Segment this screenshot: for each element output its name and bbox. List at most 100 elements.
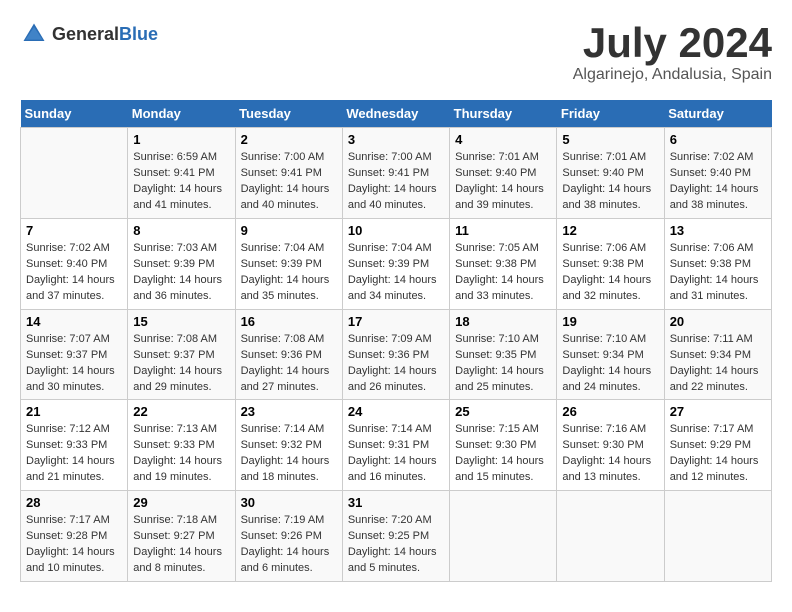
- title-area: July 2024 Algarinejo, Andalusia, Spain: [573, 20, 772, 84]
- calendar-cell: 24 Sunrise: 7:14 AMSunset: 9:31 PMDayligh…: [342, 400, 449, 491]
- calendar-cell: [557, 491, 664, 582]
- day-number: 4: [455, 132, 551, 147]
- calendar-cell: 5 Sunrise: 7:01 AMSunset: 9:40 PMDaylight…: [557, 128, 664, 219]
- calendar-cell: 9Sunrise: 7:04 AMSunset: 9:39 PMDaylight…: [235, 218, 342, 309]
- day-number: 27: [670, 404, 766, 419]
- calendar-cell: 12 Sunrise: 7:06 AMSunset: 9:38 PMDayligh…: [557, 218, 664, 309]
- calendar-cell: 31 Sunrise: 7:20 AMSunset: 9:25 PMDayligh…: [342, 491, 449, 582]
- day-number: 3: [348, 132, 444, 147]
- day-number: 19: [562, 314, 658, 329]
- day-info: Sunrise: 7:01 AMSunset: 9:40 PMDaylight:…: [455, 150, 551, 214]
- day-info: Sunrise: 7:15 AMSunset: 9:30 PMDaylight:…: [455, 422, 551, 486]
- day-number: 25: [455, 404, 551, 419]
- calendar-cell: 1 Sunrise: 6:59 AMSunset: 9:41 PMDaylight…: [128, 128, 235, 219]
- calendar-row-1: 7 Sunrise: 7:02 AMSunset: 9:40 PMDaylight…: [21, 218, 772, 309]
- day-number: 12: [562, 223, 658, 238]
- weekday-header-row: SundayMondayTuesdayWednesdayThursdayFrid…: [21, 100, 772, 128]
- calendar-cell: 23 Sunrise: 7:14 AMSunset: 9:32 PMDayligh…: [235, 400, 342, 491]
- day-number: 29: [133, 495, 229, 510]
- day-number: 6: [670, 132, 766, 147]
- day-info: Sunrise: 7:06 AMSunset: 9:38 PMDaylight:…: [670, 241, 766, 305]
- day-info: Sunrise: 7:02 AMSunset: 9:40 PMDaylight:…: [26, 241, 122, 305]
- calendar-cell: 28Sunrise: 7:17 AMSunset: 9:28 PMDayligh…: [21, 491, 128, 582]
- calendar-row-2: 14Sunrise: 7:07 AMSunset: 9:37 PMDayligh…: [21, 309, 772, 400]
- day-info: Sunrise: 7:05 AMSunset: 9:38 PMDaylight:…: [455, 241, 551, 305]
- calendar-cell: [450, 491, 557, 582]
- day-info: Sunrise: 7:14 AMSunset: 9:32 PMDaylight:…: [241, 422, 337, 486]
- calendar-cell: [21, 128, 128, 219]
- day-number: 16: [241, 314, 337, 329]
- calendar-cell: 29 Sunrise: 7:18 AMSunset: 9:27 PMDayligh…: [128, 491, 235, 582]
- day-number: 24: [348, 404, 444, 419]
- calendar-cell: 25 Sunrise: 7:15 AMSunset: 9:30 PMDayligh…: [450, 400, 557, 491]
- day-info: Sunrise: 7:14 AMSunset: 9:31 PMDaylight:…: [348, 422, 444, 486]
- day-info: Sunrise: 6:59 AMSunset: 9:41 PMDaylight:…: [133, 150, 229, 214]
- calendar-cell: 19 Sunrise: 7:10 AMSunset: 9:34 PMDayligh…: [557, 309, 664, 400]
- calendar-cell: 13 Sunrise: 7:06 AMSunset: 9:38 PMDayligh…: [664, 218, 771, 309]
- calendar-row-3: 21 Sunrise: 7:12 AMSunset: 9:33 PMDayligh…: [21, 400, 772, 491]
- day-number: 11: [455, 223, 551, 238]
- calendar-cell: 4 Sunrise: 7:01 AMSunset: 9:40 PMDaylight…: [450, 128, 557, 219]
- weekday-header-saturday: Saturday: [664, 100, 771, 128]
- calendar-cell: 10Sunrise: 7:04 AMSunset: 9:39 PMDayligh…: [342, 218, 449, 309]
- day-info: Sunrise: 7:10 AMSunset: 9:34 PMDaylight:…: [562, 332, 658, 396]
- weekday-header-wednesday: Wednesday: [342, 100, 449, 128]
- day-info: Sunrise: 7:07 AMSunset: 9:37 PMDaylight:…: [26, 332, 122, 396]
- day-number: 28: [26, 495, 122, 510]
- calendar-cell: 30Sunrise: 7:19 AMSunset: 9:26 PMDayligh…: [235, 491, 342, 582]
- day-info: Sunrise: 7:20 AMSunset: 9:25 PMDaylight:…: [348, 513, 444, 577]
- day-info: Sunrise: 7:08 AMSunset: 9:36 PMDaylight:…: [241, 332, 337, 396]
- day-number: 31: [348, 495, 444, 510]
- day-info: Sunrise: 7:03 AMSunset: 9:39 PMDaylight:…: [133, 241, 229, 305]
- day-info: Sunrise: 7:17 AMSunset: 9:29 PMDaylight:…: [670, 422, 766, 486]
- day-number: 22: [133, 404, 229, 419]
- logo-icon: [20, 20, 48, 48]
- calendar-cell: 8 Sunrise: 7:03 AMSunset: 9:39 PMDaylight…: [128, 218, 235, 309]
- day-info: Sunrise: 7:10 AMSunset: 9:35 PMDaylight:…: [455, 332, 551, 396]
- header: GeneralBlue July 2024 Algarinejo, Andalu…: [20, 20, 772, 84]
- day-number: 18: [455, 314, 551, 329]
- weekday-header-tuesday: Tuesday: [235, 100, 342, 128]
- day-info: Sunrise: 7:18 AMSunset: 9:27 PMDaylight:…: [133, 513, 229, 577]
- day-number: 15: [133, 314, 229, 329]
- day-info: Sunrise: 7:19 AMSunset: 9:26 PMDaylight:…: [241, 513, 337, 577]
- calendar-cell: 16 Sunrise: 7:08 AMSunset: 9:36 PMDayligh…: [235, 309, 342, 400]
- day-number: 20: [670, 314, 766, 329]
- day-number: 21: [26, 404, 122, 419]
- calendar-cell: 27 Sunrise: 7:17 AMSunset: 9:29 PMDayligh…: [664, 400, 771, 491]
- day-info: Sunrise: 7:02 AMSunset: 9:40 PMDaylight:…: [670, 150, 766, 214]
- main-title: July 2024: [573, 20, 772, 66]
- day-info: Sunrise: 7:00 AMSunset: 9:41 PMDaylight:…: [241, 150, 337, 214]
- day-number: 1: [133, 132, 229, 147]
- logo: GeneralBlue: [20, 20, 158, 48]
- day-info: Sunrise: 7:06 AMSunset: 9:38 PMDaylight:…: [562, 241, 658, 305]
- calendar-cell: 26Sunrise: 7:16 AMSunset: 9:30 PMDayligh…: [557, 400, 664, 491]
- calendar-cell: 22Sunrise: 7:13 AMSunset: 9:33 PMDayligh…: [128, 400, 235, 491]
- day-number: 8: [133, 223, 229, 238]
- logo-text-general: General: [52, 24, 119, 44]
- day-number: 13: [670, 223, 766, 238]
- day-info: Sunrise: 7:11 AMSunset: 9:34 PMDaylight:…: [670, 332, 766, 396]
- day-info: Sunrise: 7:12 AMSunset: 9:33 PMDaylight:…: [26, 422, 122, 486]
- day-info: Sunrise: 7:08 AMSunset: 9:37 PMDaylight:…: [133, 332, 229, 396]
- calendar-cell: [664, 491, 771, 582]
- calendar-cell: 2 Sunrise: 7:00 AMSunset: 9:41 PMDaylight…: [235, 128, 342, 219]
- weekday-header-sunday: Sunday: [21, 100, 128, 128]
- calendar-cell: 11 Sunrise: 7:05 AMSunset: 9:38 PMDayligh…: [450, 218, 557, 309]
- day-number: 5: [562, 132, 658, 147]
- calendar-cell: 15 Sunrise: 7:08 AMSunset: 9:37 PMDayligh…: [128, 309, 235, 400]
- calendar-cell: 18 Sunrise: 7:10 AMSunset: 9:35 PMDayligh…: [450, 309, 557, 400]
- calendar-row-4: 28Sunrise: 7:17 AMSunset: 9:28 PMDayligh…: [21, 491, 772, 582]
- day-info: Sunrise: 7:01 AMSunset: 9:40 PMDaylight:…: [562, 150, 658, 214]
- day-number: 23: [241, 404, 337, 419]
- calendar-cell: 20 Sunrise: 7:11 AMSunset: 9:34 PMDayligh…: [664, 309, 771, 400]
- day-number: 2: [241, 132, 337, 147]
- calendar-cell: 17Sunrise: 7:09 AMSunset: 9:36 PMDayligh…: [342, 309, 449, 400]
- day-number: 7: [26, 223, 122, 238]
- calendar-cell: 3Sunrise: 7:00 AMSunset: 9:41 PMDaylight…: [342, 128, 449, 219]
- weekday-header-thursday: Thursday: [450, 100, 557, 128]
- day-info: Sunrise: 7:16 AMSunset: 9:30 PMDaylight:…: [562, 422, 658, 486]
- calendar-table: SundayMondayTuesdayWednesdayThursdayFrid…: [20, 100, 772, 582]
- calendar-row-0: 1 Sunrise: 6:59 AMSunset: 9:41 PMDaylight…: [21, 128, 772, 219]
- subtitle: Algarinejo, Andalusia, Spain: [573, 66, 772, 84]
